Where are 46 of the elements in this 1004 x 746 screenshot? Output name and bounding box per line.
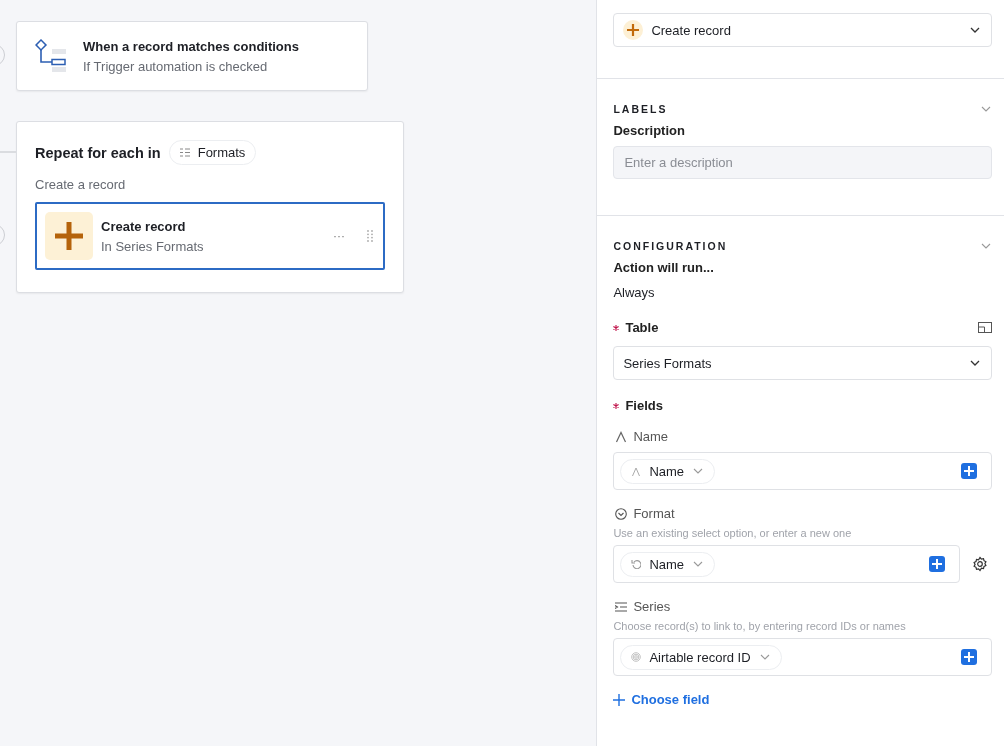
more-button[interactable]: ··· xyxy=(333,229,345,243)
fingerprint-icon xyxy=(631,652,642,662)
condition-tree-icon xyxy=(35,39,69,73)
description-field[interactable]: Enter a description xyxy=(613,146,992,179)
field-name: Series xyxy=(633,599,671,614)
add-icon[interactable] xyxy=(961,463,977,479)
repeat-caption: Create a record xyxy=(35,177,127,192)
run-condition-text: Always xyxy=(613,285,656,300)
card-subtitle: If Trigger automation is checked xyxy=(83,58,269,74)
value-field[interactable]: Name xyxy=(613,545,960,583)
card-title: When a record matches conditions xyxy=(83,38,299,54)
letter-a-icon xyxy=(615,430,628,443)
field-name: Format xyxy=(633,506,675,521)
card-subtitle: In Series Formats xyxy=(101,238,205,254)
field-label: Description xyxy=(613,123,686,138)
field-hint: Use an existing select option, or enter a new one xyxy=(613,527,853,539)
action-type-select[interactable]: Create record xyxy=(613,13,992,47)
plus-icon xyxy=(613,693,626,706)
choose-field-link[interactable]: Choose field xyxy=(613,692,710,707)
list-icon xyxy=(179,148,190,157)
letter-a-icon xyxy=(631,466,642,476)
field-label: Table xyxy=(625,320,660,335)
field-name: Name xyxy=(633,429,669,444)
section-heading: LABELS xyxy=(613,103,668,115)
card-title: Create record xyxy=(101,218,187,234)
field-label: Action will run... xyxy=(613,260,715,275)
rotate-arrow-icon xyxy=(631,559,642,569)
settings-icon[interactable] xyxy=(972,556,988,572)
trigger-card[interactable]: When a record matches conditions If Trigger automation is checked xyxy=(16,21,368,91)
drag-handle-icon xyxy=(367,230,373,242)
field-label: Fields xyxy=(625,398,664,413)
chevron-circle-icon xyxy=(615,507,628,520)
plus-icon xyxy=(623,20,644,40)
action-card[interactable]: Create record In Series Formats ··· xyxy=(35,202,385,270)
panel-icon[interactable] xyxy=(978,321,992,334)
plus-icon xyxy=(45,212,93,260)
value-field[interactable]: Name xyxy=(613,452,992,490)
add-icon[interactable] xyxy=(961,649,977,665)
indent-list-icon xyxy=(615,600,628,613)
add-icon[interactable] xyxy=(929,556,945,572)
repeat-title: Repeat for each in xyxy=(35,144,161,161)
field-hint: Choose record(s) to link to, by entering record IDs or names xyxy=(613,620,907,632)
table-select[interactable]: Series Formats xyxy=(613,346,992,380)
value-field[interactable]: Airtable record ID xyxy=(613,638,992,676)
section-heading: CONFIGURATION xyxy=(613,240,728,252)
source-chip[interactable]: Formats xyxy=(168,140,257,165)
